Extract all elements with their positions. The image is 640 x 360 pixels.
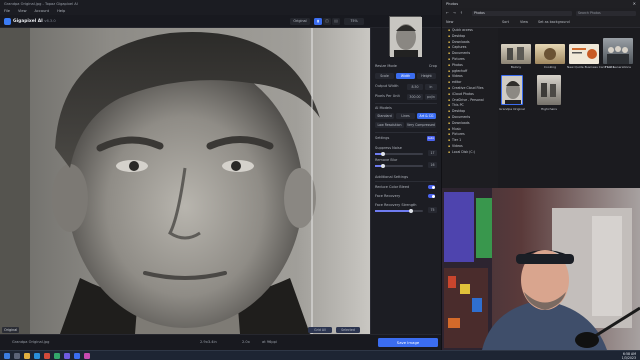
menu-help[interactable]: Help (57, 9, 65, 14)
original-preview-tag: Original (2, 327, 20, 333)
view-button[interactable]: View (520, 20, 528, 24)
suppress-noise-slider[interactable] (375, 151, 423, 156)
save-image-button[interactable]: Save Image (378, 338, 438, 347)
app-icon[interactable] (84, 353, 90, 359)
status-bar: Grandpa Original.jpg 2.9x3.4in 2.0x at 9… (0, 334, 441, 350)
window-title: Grandpa Original.jpg - Topaz Gigapixel A… (0, 0, 441, 8)
file-label[interactable]: Balony (499, 65, 533, 69)
search-icon[interactable] (14, 353, 20, 359)
system-clock[interactable]: 6:58 AM 1/3/2023 (622, 352, 636, 360)
file-label[interactable]: Grandpa Original (495, 107, 529, 111)
file-label[interactable]: New Quote Business Card 1024 (567, 65, 614, 69)
output-width-field[interactable]: 8.50 (407, 84, 423, 90)
image-canvas[interactable] (0, 28, 370, 334)
view-original-button[interactable]: Original (290, 18, 310, 25)
explorer-toolbar: ← → ↑ Photos Search Photos New Sort View… (442, 8, 640, 28)
menu-file[interactable]: File (4, 9, 10, 14)
webcam-feed (442, 188, 640, 350)
divider (375, 103, 437, 104)
nav-item[interactable]: Local Disk (C:) (442, 150, 498, 156)
app-icon[interactable] (44, 353, 50, 359)
settings-panel: Resize Mode Crop Scale Width Height Outpu… (308, 16, 441, 334)
app-icon[interactable] (54, 353, 60, 359)
grid-all-tab[interactable]: Grid All (308, 327, 332, 333)
model-low-resolution[interactable]: Low Resolution (375, 122, 404, 128)
navigator-thumbnail[interactable] (389, 16, 422, 57)
single-view-icon[interactable]: ▮ (314, 18, 322, 25)
address-bar[interactable]: Photos (472, 11, 572, 16)
side-by-side-icon[interactable]: ▯▯ (332, 18, 340, 25)
divider (375, 132, 437, 133)
model-art-cg[interactable]: Art & CG (417, 113, 436, 119)
explorer-title: Photos ✕ (442, 0, 640, 8)
close-icon[interactable]: ✕ (633, 1, 636, 6)
additional-settings-label[interactable]: Additional Settings (375, 175, 437, 179)
new-button[interactable]: New (446, 20, 453, 24)
ai-models-label: AI Models (375, 106, 392, 110)
sort-button[interactable]: Sort (502, 20, 509, 24)
back-icon[interactable]: ← (446, 11, 449, 15)
reduce-color-bleed-toggle[interactable] (428, 185, 435, 189)
face-recovery-strength-value[interactable]: 75 (428, 207, 437, 213)
model-lines[interactable]: Lines (396, 113, 415, 119)
settings-auto-badge[interactable]: Auto (427, 136, 435, 141)
file-label[interactable]: Four Generations (601, 65, 635, 69)
model-standard[interactable]: Standard (375, 113, 394, 119)
file-explorer-window: Photos ✕ ← → ↑ Photos Search Photos New … (442, 0, 640, 188)
status-scale: 2.0x (242, 340, 250, 344)
output-width-unit[interactable]: in (425, 84, 437, 90)
thumbnail-business-card[interactable] (569, 44, 599, 64)
split-view-icon[interactable]: ◫ (323, 18, 331, 25)
thumbnail-highchairs[interactable] (537, 75, 561, 105)
status-filename: Grandpa Original.jpg (12, 340, 50, 344)
thumbnail-four-generations[interactable] (603, 38, 633, 64)
ppi-unit[interactable]: px/in (425, 94, 437, 100)
model-very-compressed[interactable]: Very Compressed (406, 122, 436, 128)
file-label[interactable]: Cooking (533, 65, 567, 69)
presenter-video (442, 188, 640, 350)
toolbar: Gigapixel AI v6.3.0 Original ▮ ◫ ▯▯ 75% (0, 15, 441, 28)
face-recovery-toggle[interactable] (428, 194, 435, 198)
file-grid: Balony Cooking New Quote Business Card 1… (499, 30, 640, 180)
thumbnail-grandpa-original[interactable] (501, 75, 523, 105)
gigapixel-window: Grandpa Original.jpg - Topaz Gigapixel A… (0, 0, 441, 350)
edge-icon[interactable] (34, 353, 40, 359)
thumbnail-balony[interactable] (501, 44, 531, 64)
app-brand: Gigapixel AI v6.3.0 (13, 19, 56, 24)
resize-mode-label: Resize Mode Crop (375, 64, 437, 68)
divider (375, 181, 437, 182)
file-explorer-icon[interactable] (24, 353, 30, 359)
selected-tab[interactable]: Selected (336, 327, 360, 333)
app-icon[interactable] (64, 353, 70, 359)
zoom-level[interactable]: 75% (344, 18, 364, 25)
forward-icon[interactable]: → (453, 11, 456, 15)
status-dims: at 96ppi (262, 340, 277, 344)
status-size: 2.9x3.4in (200, 340, 217, 344)
start-icon[interactable] (4, 353, 10, 359)
resize-width-option[interactable]: Width (396, 73, 415, 79)
menu-bar: File View Account Help (0, 8, 441, 15)
remove-blur-slider[interactable] (375, 163, 423, 168)
file-label[interactable]: Highchairs (532, 107, 566, 111)
face-recovery-strength-slider[interactable] (375, 208, 423, 213)
thumbnail-cooking[interactable] (535, 44, 565, 64)
menu-account[interactable]: Account (35, 9, 50, 14)
gigapixel-logo-icon (4, 18, 11, 25)
crop-label[interactable]: Crop (429, 64, 437, 68)
menu-view[interactable]: View (18, 9, 27, 14)
ppi-field[interactable]: 300.00 (407, 94, 423, 100)
remove-blur-value[interactable]: 16 (428, 162, 437, 168)
up-icon[interactable]: ↑ (460, 11, 463, 15)
search-input[interactable]: Search Photos (576, 11, 636, 16)
navigation-pane: Quick access Desktop Downloads Captures … (442, 28, 498, 188)
taskbar: 6:58 AM 1/3/2023 (0, 350, 640, 360)
resize-height-option[interactable]: Height (417, 73, 436, 79)
resize-scale-option[interactable]: Scale (375, 73, 394, 79)
set-background-button[interactable]: Set as background (538, 20, 570, 24)
gigapixel-taskbar-icon[interactable] (74, 353, 80, 359)
suppress-noise-value[interactable]: 17 (428, 150, 437, 156)
portrait-photo (0, 28, 370, 334)
